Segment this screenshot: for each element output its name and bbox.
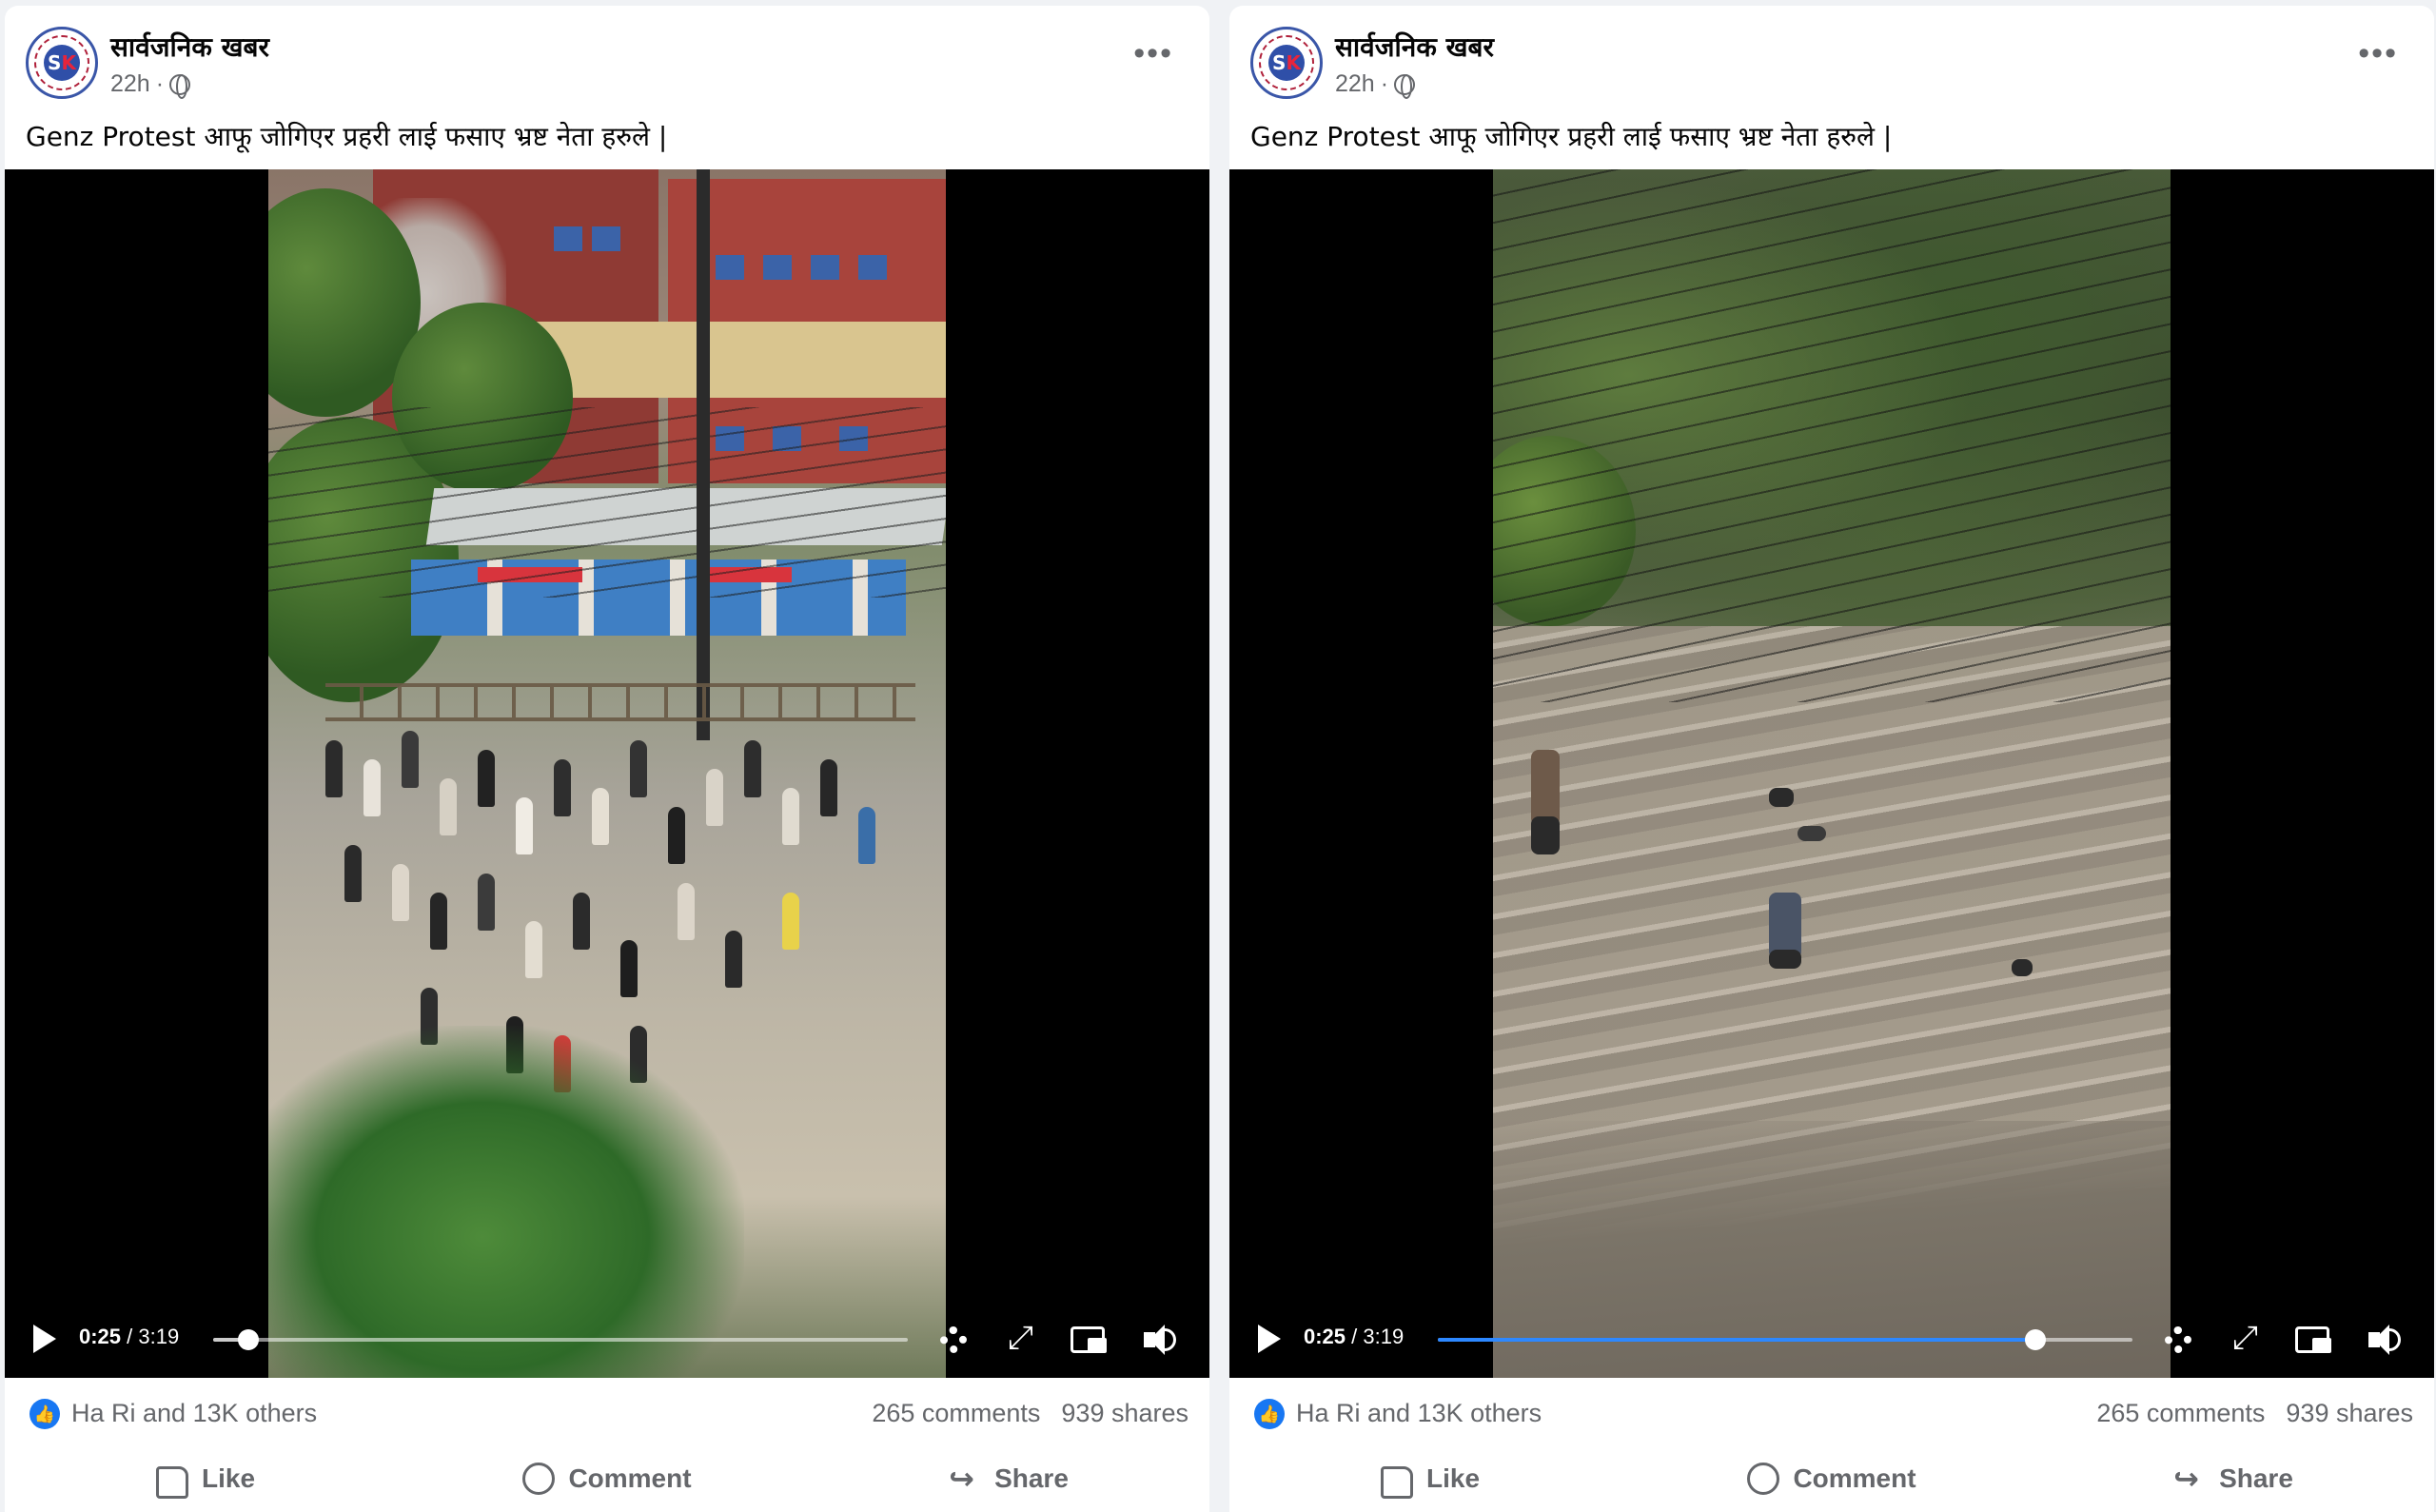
seek-progress [1438,1338,2035,1342]
comment-icon [1747,1462,1780,1495]
like-button[interactable]: Like [1229,1444,1631,1512]
seek-handle[interactable] [237,1329,259,1350]
globe-icon [1394,73,1416,99]
share-button[interactable]: ↪ Share [808,1444,1209,1512]
meta-separator: · [1380,70,1389,97]
post-time[interactable]: 22h [1335,70,1375,98]
like-label: Like [1425,1463,1481,1493]
more-options-icon[interactable]: ••• [2358,37,2398,69]
comment-icon [522,1462,556,1495]
logo-icon: SK [44,45,80,81]
comment-label: Comment [568,1463,692,1493]
video-time: 0:25 / 3:19 [1304,1325,1405,1348]
video-player[interactable]: 0:25 / 3:19 [1229,169,2434,1378]
seek-handle[interactable] [2024,1329,2046,1350]
post-card-2: SK सार्वजनिक खबर 22h · ••• Genz Protest … [1229,6,2434,1512]
share-label: Share [994,1463,1069,1493]
volume-icon[interactable] [1142,1321,1180,1359]
gear-icon[interactable] [2159,1321,2197,1359]
picture-in-picture-icon[interactable] [2293,1321,2331,1359]
post-actions: Like Comment ↪ Share [1229,1444,2434,1512]
comment-count[interactable]: 265 comments [872,1399,1040,1428]
video-player[interactable]: 0:25 / 3:19 [5,169,1209,1378]
fullscreen-icon[interactable] [2229,1319,2267,1359]
page-name[interactable]: सार्वजनिक खबर [110,29,269,65]
picture-in-picture-icon[interactable] [1069,1321,1107,1359]
share-button[interactable]: ↪ Share [2033,1444,2434,1512]
share-icon: ↪ [2173,1460,2199,1497]
page-name[interactable]: सार्वजनिक खबर [1335,29,1494,65]
post-meta: 22h · [110,70,191,99]
globe-icon [169,73,191,99]
like-reaction-icon: 👍 [29,1399,60,1429]
like-icon [155,1465,188,1499]
page-avatar[interactable]: SK [1250,27,1323,99]
logo-icon: SK [1268,45,1305,81]
comment-label: Comment [1793,1463,1916,1493]
share-count[interactable]: 939 shares [2286,1399,2413,1428]
volume-icon[interactable] [2367,1321,2405,1359]
video-time: 0:25 / 3:19 [79,1325,180,1348]
seek-bar[interactable] [213,1329,908,1350]
like-reaction-icon: 👍 [1254,1399,1285,1429]
post-meta: 22h · [1335,70,1416,99]
like-button[interactable]: Like [5,1444,406,1512]
video-controls: 0:25 / 3:19 [5,1302,1209,1378]
post-caption: Genz Protest आफू जोगिएर प्रहरी लाई फसाए … [1250,121,1893,152]
more-options-icon[interactable]: ••• [1133,37,1173,69]
fullscreen-icon[interactable] [1004,1319,1042,1359]
play-icon[interactable] [1258,1325,1281,1353]
comment-count[interactable]: 265 comments [2096,1399,2265,1428]
post-stats: 👍 Ha Ri and 13K others 265 comments 939 … [5,1378,1209,1444]
share-label: Share [2219,1463,2293,1493]
post-caption: Genz Protest आफू जोगिएर प्रहरी लाई फसाए … [26,121,668,152]
video-frame[interactable] [268,169,946,1378]
post-stats: 👍 Ha Ri and 13K others 265 comments 939 … [1229,1378,2434,1444]
like-label: Like [201,1463,256,1493]
post-time[interactable]: 22h [110,70,150,98]
gear-icon[interactable] [934,1321,972,1359]
post-header: SK सार्वजनिक खबर 22h · ••• Genz Protest … [1229,6,2434,167]
post-header: SK सार्वजनिक खबर 22h · ••• Genz Protest … [5,6,1209,167]
post-actions: Like Comment ↪ Share [5,1444,1209,1512]
seek-bar[interactable] [1438,1329,2132,1350]
comment-button[interactable]: Comment [406,1444,808,1512]
comment-button[interactable]: Comment [1631,1444,2033,1512]
meta-separator: · [155,70,165,97]
share-icon: ↪ [949,1460,974,1497]
reaction-summary[interactable]: Ha Ri and 13K others [1296,1399,1542,1428]
play-icon[interactable] [33,1325,56,1353]
video-frame[interactable] [1493,169,2171,1378]
post-card-1: SK सार्वजनिक खबर 22h · ••• Genz Protest … [5,6,1209,1512]
reaction-summary[interactable]: Ha Ri and 13K others [71,1399,317,1428]
share-count[interactable]: 939 shares [1061,1399,1189,1428]
page-avatar[interactable]: SK [26,27,98,99]
like-icon [1380,1465,1413,1499]
video-controls: 0:25 / 3:19 [1229,1302,2434,1378]
